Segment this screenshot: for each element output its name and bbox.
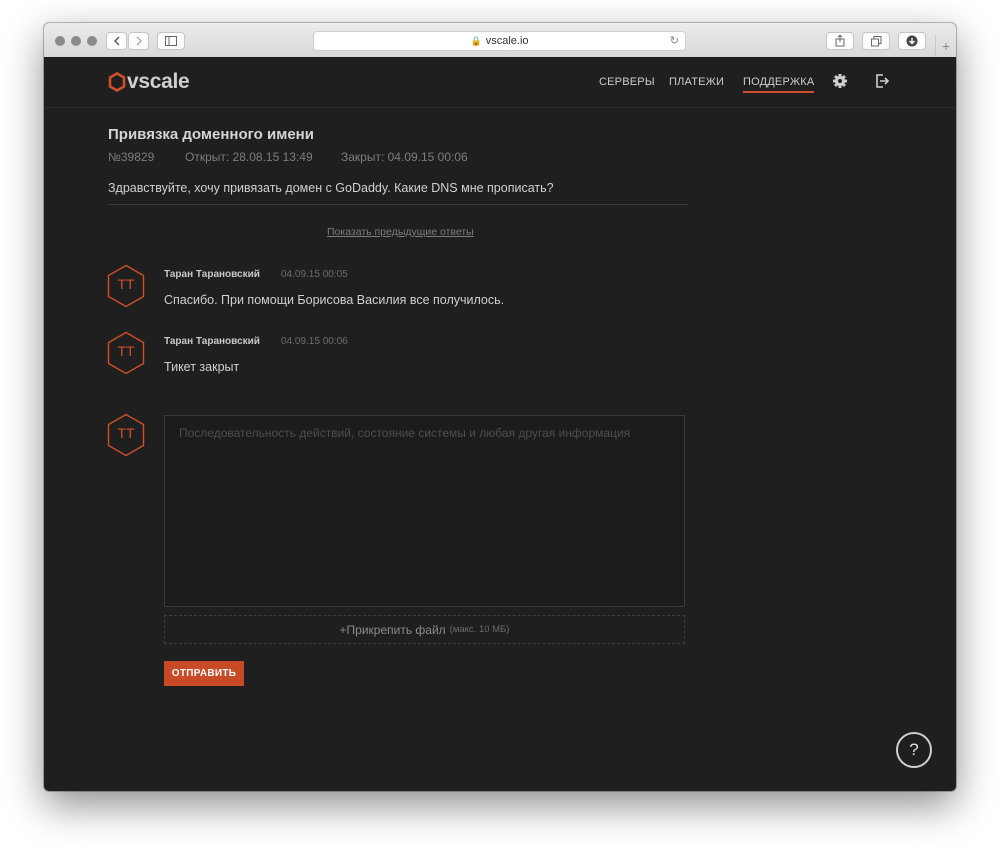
new-tab-button[interactable]: + [935,35,956,57]
avatar: ТТ [107,264,145,308]
attach-file-button[interactable]: +Прикрепить файл (макс. 10 МБ) [164,615,685,644]
site-header: vscale СЕРВЕРЫ ПЛАТЕЖИ ПОДДЕРЖКА [44,57,956,108]
browser-toolbar: 🔒 vscale.io ↻ + [44,23,956,58]
ticket-opened: Открыт: 28.08.15 13:49 [185,150,313,164]
message-time: 04.09.15 00:05 [281,269,348,280]
tabs-overview-button[interactable] [862,32,890,50]
ticket-question: Здравствуйте, хочу привязать домен с GoD… [108,181,554,195]
share-button[interactable] [826,32,854,50]
minimize-window-button[interactable] [71,36,81,46]
show-previous-link[interactable]: Показать предыдущие ответы [327,226,474,238]
address-bar[interactable]: 🔒 vscale.io ↻ [313,31,686,51]
message-author: Таран Тарановский [164,269,260,280]
logo[interactable]: vscale [108,70,190,94]
attach-size-note: (макс. 10 МБ) [449,624,510,635]
avatar: ТТ [107,413,145,457]
forward-button[interactable] [128,32,149,50]
url-text: vscale.io [485,35,529,47]
message-author: Таран Тарановский [164,336,260,347]
nav-servers[interactable]: СЕРВЕРЫ [599,76,655,88]
nav-payments[interactable]: ПЛАТЕЖИ [669,76,724,88]
zoom-window-button[interactable] [87,36,97,46]
ticket-closed: Закрыт: 04.09.15 00:06 [341,150,468,164]
share-icon [835,35,845,47]
divider [108,204,688,205]
message-time: 04.09.15 00:06 [281,336,348,347]
tabs-icon [870,35,881,46]
close-window-button[interactable] [55,36,65,46]
logo-hexagon-icon [108,72,126,92]
logo-text: vscale [127,70,190,93]
avatar-initials: ТТ [117,343,135,359]
attach-file-label: +Прикрепить файл [339,622,446,637]
reply-textarea[interactable] [164,415,685,607]
message-text: Тикет закрыт [164,360,240,374]
lock-icon: 🔒 [470,35,482,46]
logout-icon[interactable] [874,73,890,89]
ticket-number: №39829 [108,150,155,164]
gear-icon[interactable] [832,73,848,89]
sidebar-icon [165,36,177,46]
help-button[interactable]: ? [896,732,932,768]
send-button[interactable]: ОТПРАВИТЬ [164,661,244,686]
avatar: ТТ [107,331,145,375]
downloads-button[interactable] [898,32,926,50]
ticket-title: Привязка доменного имени [108,126,314,143]
avatar-initials: ТТ [117,425,135,441]
sidebar-button[interactable] [157,32,185,50]
reload-icon[interactable]: ↻ [670,34,679,47]
chevron-right-icon [136,36,142,46]
chevron-left-icon [113,36,119,46]
nav-support[interactable]: ПОДДЕРЖКА [743,76,815,93]
message-text: Спасибо. При помощи Борисова Василия все… [164,293,505,307]
avatar-initials: ТТ [117,276,135,292]
browser-window: 🔒 vscale.io ↻ + vscale СЕРВЕРЫ ПЛАТЕЖИ П… [44,23,956,791]
download-icon [906,35,918,47]
back-button[interactable] [106,32,127,50]
